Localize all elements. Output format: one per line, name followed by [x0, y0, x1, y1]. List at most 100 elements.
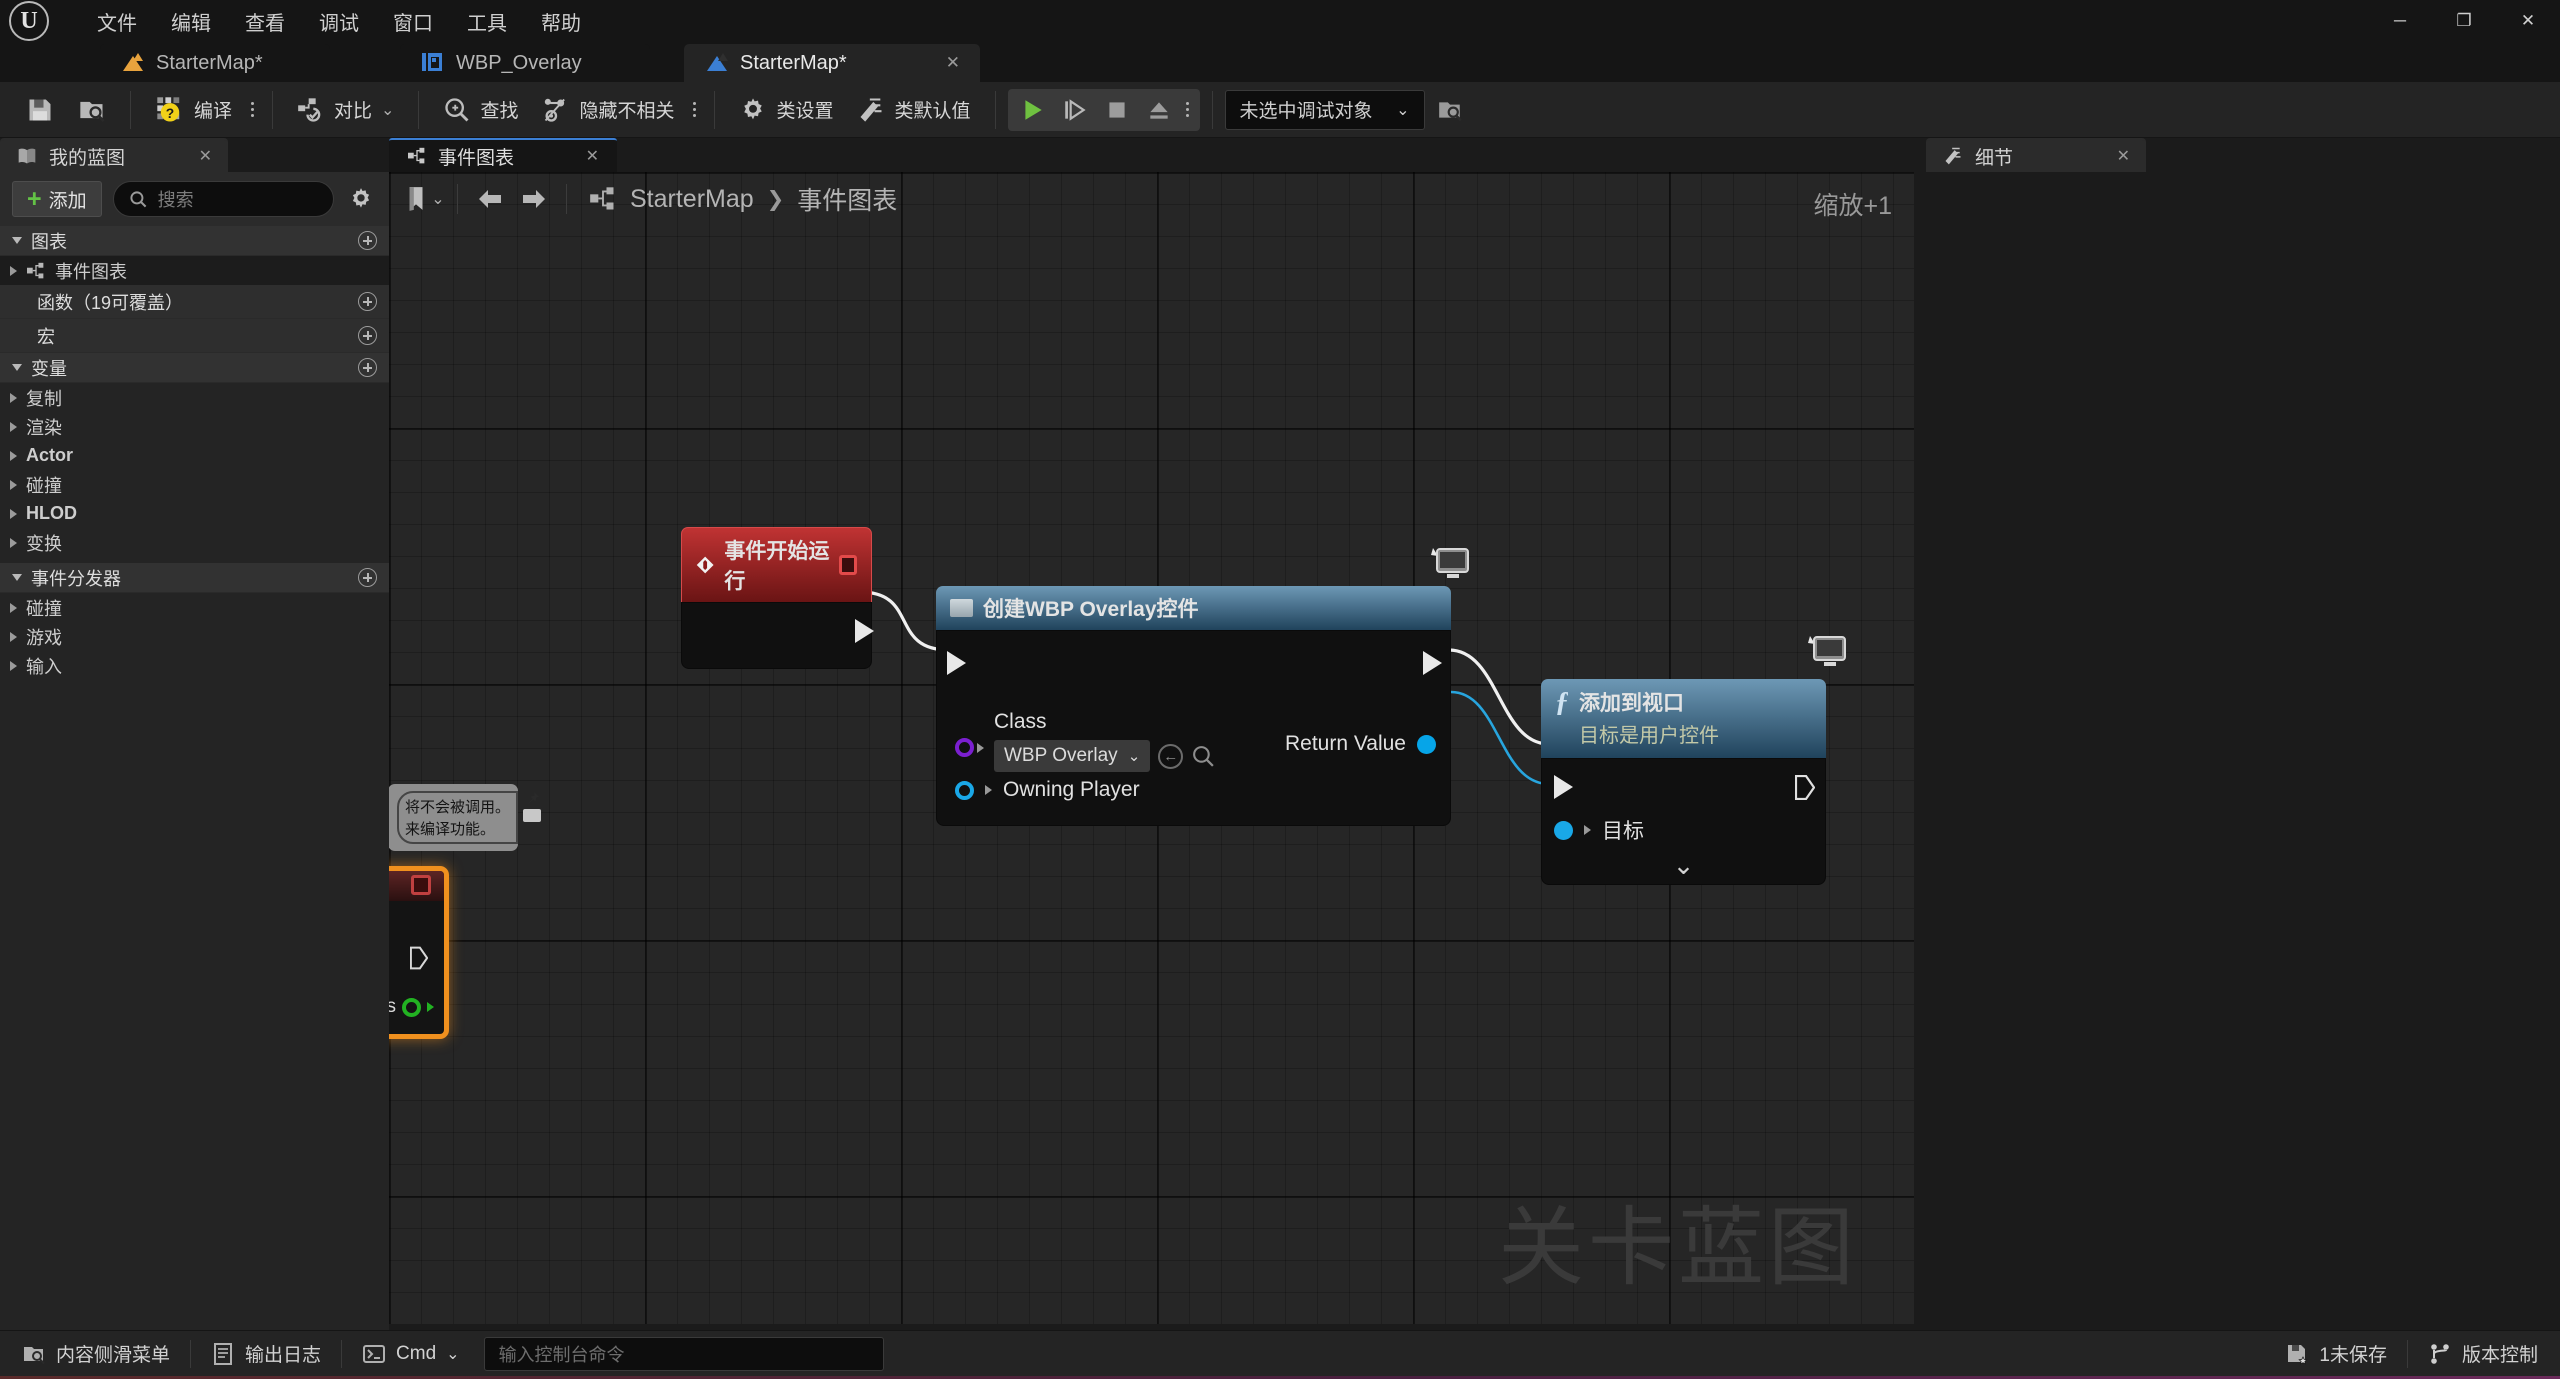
- compile-options-button[interactable]: [244, 88, 260, 132]
- reset-arrow-icon[interactable]: ←: [1158, 743, 1184, 769]
- step-button[interactable]: [1054, 89, 1096, 131]
- tree-item-event-graph[interactable]: 事件图表: [0, 256, 389, 285]
- exec-input-pin[interactable]: [947, 651, 966, 675]
- class-select-dropdown[interactable]: WBP Overlay ⌄: [994, 740, 1151, 772]
- output-pin[interactable]: [402, 997, 421, 1017]
- unsaved-count-button[interactable]: 1未保存: [2269, 1334, 2403, 1374]
- exec-output-pin[interactable]: [855, 619, 874, 643]
- hide-unrelated-button[interactable]: 隐藏不相关: [530, 88, 686, 132]
- section-header-event-dispatchers[interactable]: 事件分发器: [0, 563, 389, 593]
- source-control-button[interactable]: 版本控制: [2412, 1334, 2554, 1374]
- tree-item-actor[interactable]: Actor: [0, 441, 389, 470]
- class-defaults-button[interactable]: 类默认值: [845, 88, 982, 132]
- graph-icon: [590, 187, 614, 210]
- add-function-button[interactable]: [358, 292, 377, 311]
- section-header-functions[interactable]: 函数（19可覆盖）: [0, 285, 389, 319]
- content-drawer-button[interactable]: 内容侧滑菜单: [6, 1334, 186, 1374]
- tree-item-transform[interactable]: 变换: [0, 528, 389, 557]
- tree-item-dispatcher-input[interactable]: 输入: [0, 651, 389, 680]
- details-content[interactable]: [1920, 172, 2560, 1330]
- pin-icon[interactable]: [525, 791, 540, 806]
- owning-player-input-pin[interactable]: [955, 780, 974, 800]
- menu-item-help[interactable]: 帮助: [524, 1, 598, 42]
- exec-output-pin[interactable]: [409, 946, 429, 975]
- breadcrumb-item-graph[interactable]: 事件图表: [797, 181, 897, 217]
- bookmark-button[interactable]: ⌄: [403, 177, 447, 221]
- tree-item-collision[interactable]: 碰撞: [0, 470, 389, 499]
- menu-item-window[interactable]: 窗口: [376, 1, 450, 42]
- section-header-variables[interactable]: 变量: [0, 353, 389, 383]
- add-graph-button[interactable]: [358, 231, 377, 250]
- output-log-button[interactable]: 输出日志: [195, 1334, 337, 1374]
- debug-object-select[interactable]: 未选中调试对象 ⌄: [1224, 89, 1425, 130]
- tree-item-rendering[interactable]: 渲染: [0, 412, 389, 441]
- play-options-button[interactable]: [1180, 88, 1196, 132]
- section-header-graphs[interactable]: 图表: [0, 226, 389, 256]
- close-icon[interactable]: ✕: [2117, 146, 2130, 166]
- search-input[interactable]: 搜索: [112, 181, 334, 217]
- menu-item-edit[interactable]: 编辑: [154, 1, 228, 42]
- debug-browse-button[interactable]: [1425, 88, 1475, 132]
- menu-item-debug[interactable]: 调试: [302, 1, 376, 42]
- pin-arrow-icon: [985, 785, 992, 795]
- hide-unrelated-options-button[interactable]: [686, 88, 702, 132]
- class-settings-button[interactable]: 类设置: [727, 88, 845, 132]
- minimize-button[interactable]: ─: [2368, 0, 2432, 42]
- cmd-dropdown-button[interactable]: Cmd ⌄: [346, 1334, 476, 1374]
- search-icon[interactable]: [1191, 744, 1216, 769]
- exec-input-pin[interactable]: [1554, 775, 1573, 799]
- save-button[interactable]: [14, 88, 66, 132]
- exec-output-pin[interactable]: [1423, 651, 1442, 675]
- exec-output-pin[interactable]: [1794, 774, 1816, 805]
- document-tab-wbp-overlay[interactable]: WBP_Overlay: [400, 44, 650, 82]
- blueprint-graph-canvas[interactable]: ⌄ StarterMap ❯ 事件图表 缩放+1 关卡蓝图 事件开始运行 创建W…: [389, 172, 1914, 1324]
- tree-item-dispatcher-game[interactable]: 游戏: [0, 622, 389, 651]
- tree-item-dispatcher-collision[interactable]: 碰撞: [0, 593, 389, 622]
- browse-content-button[interactable]: [66, 88, 118, 132]
- menu-item-file[interactable]: 文件: [80, 1, 154, 42]
- add-variable-button[interactable]: [358, 358, 377, 377]
- graph-icon: [408, 147, 425, 164]
- menu-item-tools[interactable]: 工具: [450, 1, 524, 42]
- node-event-begin-play[interactable]: 事件开始运行: [681, 527, 874, 669]
- console-command-input[interactable]: 输入控制台命令: [483, 1336, 884, 1371]
- document-tab-startermap-level[interactable]: StarterMap*: [100, 44, 330, 82]
- stop-button[interactable]: [1096, 89, 1138, 131]
- diff-button[interactable]: 对比 ⌄: [285, 88, 406, 132]
- close-window-button[interactable]: ✕: [2496, 0, 2560, 42]
- tree-item-replication[interactable]: 复制: [0, 383, 389, 412]
- play-button[interactable]: [1012, 89, 1054, 131]
- eject-icon: [1149, 101, 1168, 119]
- class-input-pin[interactable]: [955, 738, 974, 757]
- target-input-pin[interactable]: [1554, 820, 1573, 840]
- chevron-right-icon: [10, 508, 17, 519]
- menu-item-view[interactable]: 查看: [228, 1, 302, 42]
- add-button[interactable]: + 添加: [12, 181, 102, 217]
- expand-node-chevron-icon[interactable]: ⌄: [1542, 852, 1825, 878]
- eject-button[interactable]: [1138, 89, 1180, 131]
- diff-label: 对比: [334, 101, 373, 122]
- tab-event-graph[interactable]: 事件图表 ✕: [389, 138, 617, 172]
- find-button[interactable]: 查找: [431, 88, 530, 132]
- compile-button[interactable]: ? 编译: [143, 88, 244, 132]
- close-icon[interactable]: ✕: [199, 146, 212, 166]
- return-value-output-pin[interactable]: [1417, 734, 1436, 754]
- add-event-dispatcher-button[interactable]: [358, 568, 377, 587]
- node-add-to-viewport[interactable]: ƒ 添加到视口 目标是用户控件 目标 ⌄: [1541, 636, 1846, 885]
- node-selected-partial[interactable]: ds: [389, 866, 449, 1039]
- tab-details[interactable]: 细节 ✕: [1926, 138, 2146, 172]
- breadcrumb-item-map[interactable]: StarterMap: [630, 185, 754, 214]
- tree-item-hlod[interactable]: HLOD: [0, 499, 389, 528]
- my-blueprint-settings-button[interactable]: [345, 183, 377, 215]
- close-icon[interactable]: ✕: [586, 146, 599, 166]
- close-icon[interactable]: ✕: [918, 53, 960, 73]
- section-header-macros[interactable]: 宏: [0, 319, 389, 353]
- node-create-wbp-overlay-widget[interactable]: 创建WBP Overlay控件 Class WBP Overlay ⌄ ← Ow…: [936, 548, 1469, 826]
- add-macro-button[interactable]: [358, 326, 377, 345]
- document-tab-startermap-blueprint[interactable]: StarterMap* ✕: [684, 44, 980, 82]
- maximize-button[interactable]: ❐: [2432, 0, 2496, 42]
- forward-button[interactable]: [512, 177, 556, 221]
- toolbar-divider: [130, 90, 131, 129]
- tab-my-blueprint[interactable]: 我的蓝图 ✕: [0, 138, 228, 172]
- back-button[interactable]: [468, 177, 512, 221]
